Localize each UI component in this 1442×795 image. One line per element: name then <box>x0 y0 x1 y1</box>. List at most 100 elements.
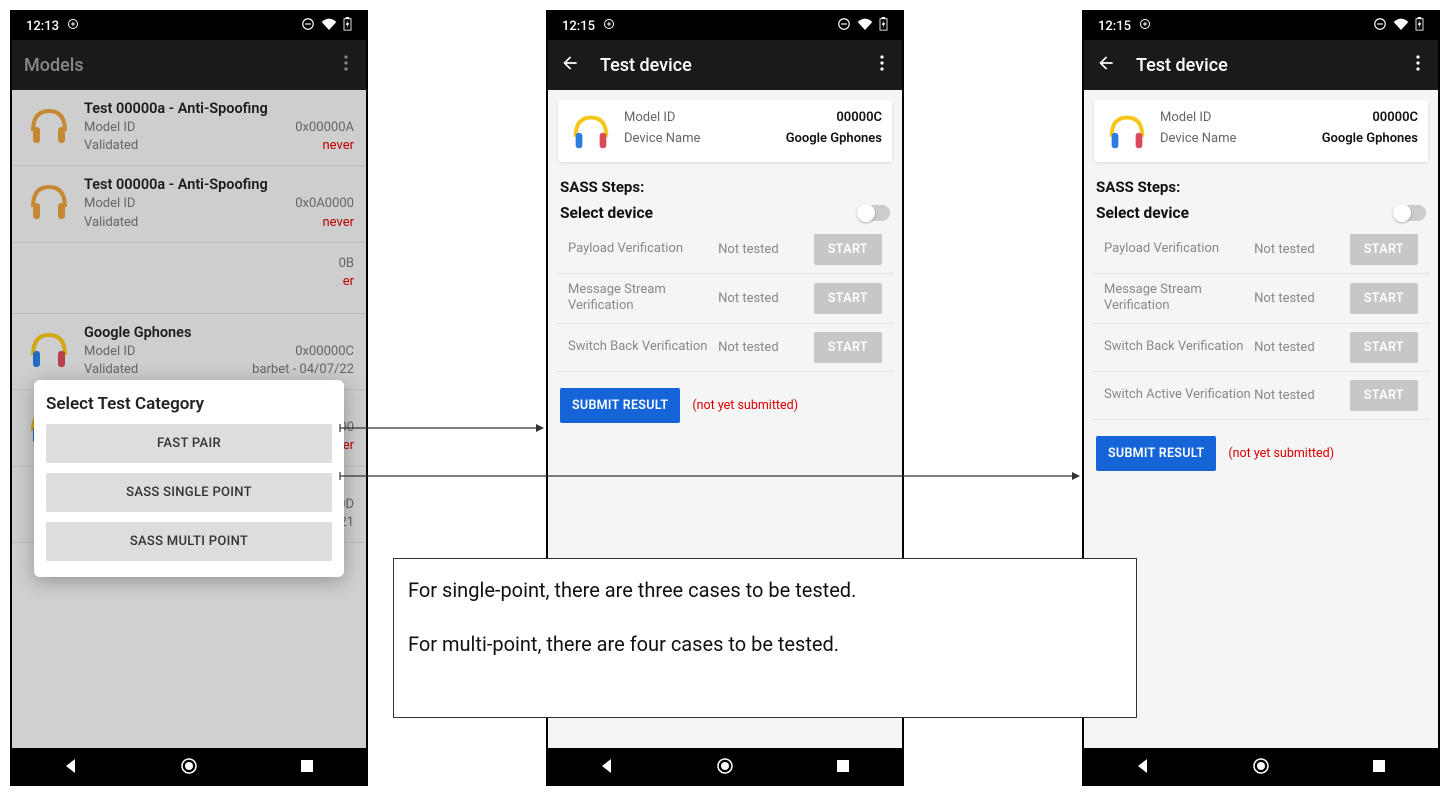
select-device-label: Select device <box>1096 204 1189 222</box>
sass-steps-heading: SASS Steps: <box>548 172 902 198</box>
overflow-menu-icon[interactable] <box>874 49 890 81</box>
do-not-disturb-icon <box>1373 17 1387 35</box>
back-arrow-icon[interactable] <box>560 53 580 77</box>
sass-single-point-button[interactable]: SASS SINGLE POINT <box>46 473 332 512</box>
submit-status-text: (not yet submitted) <box>692 398 798 413</box>
nav-recent-icon[interactable] <box>834 757 852 775</box>
model-id-value: 00000C <box>1372 108 1418 129</box>
sass-multi-point-button[interactable]: SASS MULTI POINT <box>46 522 332 561</box>
step-status: Not tested <box>1254 291 1350 306</box>
step-status: Not tested <box>1254 242 1350 257</box>
step-status: Not tested <box>1254 340 1350 355</box>
step-status: Not tested <box>1254 388 1350 403</box>
page-title: Test device <box>1136 55 1410 76</box>
nav-home-icon[interactable] <box>716 757 734 775</box>
select-device-row: Select device <box>548 198 902 226</box>
submit-row: SUBMIT RESULT (not yet submitted) <box>1084 420 1438 487</box>
start-button[interactable]: START <box>814 332 882 363</box>
wifi-icon <box>1393 18 1409 34</box>
nav-back-icon[interactable] <box>62 757 80 775</box>
start-button[interactable]: START <box>1350 380 1418 411</box>
nav-bar <box>1084 748 1438 784</box>
test-step-row: Payload VerificationNot testedSTART <box>556 226 894 274</box>
overflow-menu-icon[interactable] <box>338 49 354 81</box>
select-device-toggle[interactable] <box>1394 205 1426 221</box>
start-button[interactable]: START <box>1350 234 1418 265</box>
back-arrow-icon[interactable] <box>1096 53 1116 77</box>
select-device-label: Select device <box>560 204 653 222</box>
step-name: Switch Active Verification <box>1104 387 1254 403</box>
page-title: Test device <box>600 55 874 76</box>
arrow-multi-point <box>340 466 1080 476</box>
device-name-value: Google Gphones <box>1322 129 1418 150</box>
explanation-callout: For single-point, there are three cases … <box>393 558 1137 718</box>
nav-home-icon[interactable] <box>180 757 198 775</box>
submit-result-button[interactable]: SUBMIT RESULT <box>1096 436 1216 471</box>
fast-pair-button[interactable]: FAST PAIR <box>46 424 332 463</box>
step-name: Switch Back Verification <box>568 339 718 355</box>
page-title: Models <box>24 55 338 76</box>
submit-result-button[interactable]: SUBMIT RESULT <box>560 388 680 423</box>
do-not-disturb-icon <box>301 17 315 35</box>
nav-back-icon[interactable] <box>598 757 616 775</box>
test-content: Model ID00000C Device NameGoogle Gphones… <box>1084 90 1438 750</box>
status-time: 12:15 <box>1098 19 1131 34</box>
callout-line-2: For multi-point, there are four cases to… <box>408 631 1122 657</box>
test-step-row: Switch Back VerificationNot testedSTART <box>556 324 894 372</box>
wifi-icon <box>857 18 873 34</box>
status-time: 12:13 <box>26 19 59 34</box>
nav-back-icon[interactable] <box>1134 757 1152 775</box>
step-name: Message Stream Verification <box>568 282 718 315</box>
app-bar: Models <box>12 40 366 90</box>
select-device-row: Select device <box>1084 198 1438 226</box>
start-button[interactable]: START <box>1350 283 1418 314</box>
nav-bar <box>12 748 366 784</box>
sass-steps-heading: SASS Steps: <box>1084 172 1438 198</box>
nav-recent-icon[interactable] <box>1370 757 1388 775</box>
select-device-toggle[interactable] <box>858 205 890 221</box>
model-id-label: Model ID <box>624 108 675 129</box>
start-button[interactable]: START <box>1350 332 1418 363</box>
status-bar: 12:15 <box>1084 12 1438 40</box>
submit-row: SUBMIT RESULT (not yet submitted) <box>548 372 902 439</box>
step-status: Not tested <box>718 242 814 257</box>
phone-models: 12:13 Models Test 00000a - Anti-Spoofing… <box>10 10 368 786</box>
do-not-disturb-icon <box>837 17 851 35</box>
step-status: Not tested <box>718 340 814 355</box>
test-step-row: Message Stream VerificationNot testedSTA… <box>556 274 894 324</box>
select-test-category-dialog: Select Test Category FAST PAIR SASS SING… <box>34 380 344 577</box>
callout-line-1: For single-point, there are three cases … <box>408 577 1122 603</box>
test-step-row: Payload VerificationNot testedSTART <box>1092 226 1430 274</box>
step-name: Message Stream Verification <box>1104 282 1254 315</box>
test-step-row: Switch Active VerificationNot testedSTAR… <box>1092 372 1430 420</box>
start-button[interactable]: START <box>814 283 882 314</box>
test-step-row: Switch Back VerificationNot testedSTART <box>1092 324 1430 372</box>
dialog-title: Select Test Category <box>46 394 332 414</box>
models-list-container: Test 00000a - Anti-SpoofingModel ID0x000… <box>12 90 366 750</box>
overflow-menu-icon[interactable] <box>1410 49 1426 81</box>
start-button[interactable]: START <box>814 234 882 265</box>
step-name: Switch Back Verification <box>1104 339 1254 355</box>
step-name: Payload Verification <box>568 241 718 257</box>
status-bar: 12:13 <box>12 12 366 40</box>
headphones-color-icon <box>1104 108 1150 154</box>
device-header-card: Model ID00000C Device NameGoogle Gphones <box>1094 100 1428 162</box>
model-id-value: 00000C <box>836 108 882 129</box>
battery-icon <box>879 17 888 35</box>
battery-icon <box>343 17 352 35</box>
submit-status-text: (not yet submitted) <box>1228 446 1334 461</box>
status-icon <box>603 18 615 34</box>
device-name-label: Device Name <box>624 129 700 150</box>
test-step-row: Message Stream VerificationNot testedSTA… <box>1092 274 1430 324</box>
headphones-color-icon <box>568 108 614 154</box>
app-bar: Test device <box>1084 40 1438 90</box>
arrow-single-point <box>340 418 544 428</box>
nav-home-icon[interactable] <box>1252 757 1270 775</box>
battery-icon <box>1415 17 1424 35</box>
status-time: 12:15 <box>562 19 595 34</box>
app-bar: Test device <box>548 40 902 90</box>
nav-recent-icon[interactable] <box>298 757 316 775</box>
status-icon <box>1139 18 1151 34</box>
device-name-label: Device Name <box>1160 129 1236 150</box>
status-icon <box>67 18 79 34</box>
